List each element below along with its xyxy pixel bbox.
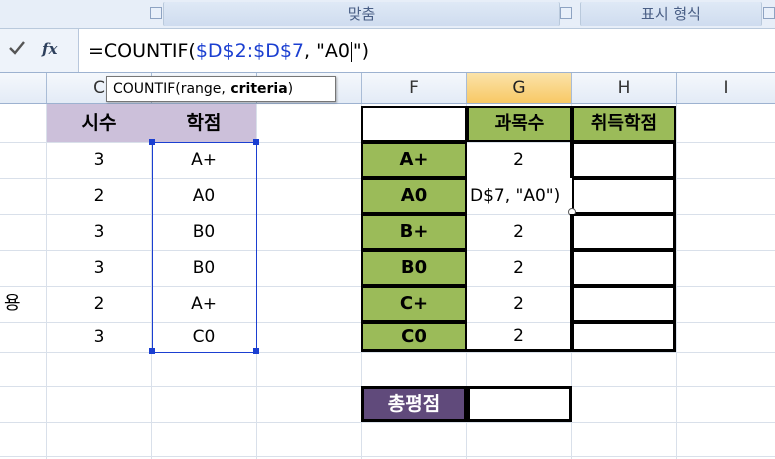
header-earned-credit[interactable]: 취득학점 xyxy=(572,106,676,142)
credit-cell[interactable] xyxy=(572,142,676,178)
cell-hours[interactable]: 3 xyxy=(47,322,151,352)
gridline xyxy=(0,352,775,353)
summary-corner-cell[interactable] xyxy=(361,106,467,142)
tooltip-current-argument[interactable]: criteria xyxy=(230,81,287,97)
grade-label[interactable]: B0 xyxy=(361,250,467,286)
grade-label[interactable]: A0 xyxy=(361,178,467,214)
gridline xyxy=(0,422,775,423)
number-format-launcher-icon[interactable] xyxy=(763,7,775,19)
range-handle[interactable] xyxy=(149,139,155,145)
range-handle[interactable] xyxy=(253,348,259,354)
range-reference-highlight xyxy=(152,142,257,353)
column-header-f[interactable]: F xyxy=(362,73,467,103)
formula-prefix: =COUNTIF( xyxy=(88,40,196,62)
header-subject-count[interactable]: 과목수 xyxy=(467,106,572,142)
cell-hours[interactable]: 3 xyxy=(47,250,151,286)
alignment-launcher-icon[interactable] xyxy=(560,7,572,19)
formula-bar-buttons: fx xyxy=(0,29,79,72)
count-cell[interactable]: 2 xyxy=(467,322,572,352)
grade-label[interactable]: C0 xyxy=(361,322,467,352)
ribbon-group-alignment: 맞춤 xyxy=(163,2,560,26)
grade-label[interactable]: A+ xyxy=(361,142,467,178)
cell-hours[interactable]: 2 xyxy=(47,178,151,214)
dialog-launcher-icon[interactable] xyxy=(150,7,162,19)
tooltip-close-paren: ) xyxy=(287,81,294,97)
cell-hours[interactable]: 2 xyxy=(47,286,151,322)
cell-hours[interactable]: 3 xyxy=(47,214,151,250)
credit-cell[interactable] xyxy=(572,322,676,352)
column-header-h[interactable]: H xyxy=(572,73,677,103)
truncated-cell-text[interactable]: 용 xyxy=(0,286,34,322)
header-hours[interactable]: 시수 xyxy=(47,104,151,142)
credit-cell[interactable] xyxy=(572,214,676,250)
range-handle[interactable] xyxy=(253,139,259,145)
ribbon-group-strip: 맞춤 표시 형식 xyxy=(0,0,775,29)
formula-range-reference: $D$2:$D$7 xyxy=(195,40,305,62)
gridline xyxy=(676,104,677,459)
column-header-g[interactable]: G xyxy=(467,73,572,103)
checkmark-icon[interactable] xyxy=(8,39,26,61)
column-header-blank[interactable] xyxy=(0,73,47,103)
header-grade[interactable]: 학점 xyxy=(152,104,256,142)
function-argument-tooltip: COUNTIF(range, criteria) xyxy=(106,76,336,102)
credit-cell[interactable] xyxy=(572,286,676,322)
grade-label[interactable]: C+ xyxy=(361,286,467,322)
gridline xyxy=(0,456,775,457)
text-cursor xyxy=(350,41,352,62)
cell-hours[interactable]: 3 xyxy=(47,142,151,178)
total-gpa-value[interactable] xyxy=(467,386,572,422)
count-cell[interactable]: 2 xyxy=(467,286,572,322)
ribbon-group-number-format: 표시 형식 xyxy=(580,2,762,26)
total-gpa-label[interactable]: 총평점 xyxy=(361,386,467,422)
formula-criteria: , "A0 xyxy=(304,40,350,62)
credit-cell[interactable] xyxy=(572,250,676,286)
credit-cell[interactable] xyxy=(572,178,676,214)
column-header-i[interactable]: I xyxy=(677,73,775,103)
formula-input[interactable]: =COUNTIF($D$2:$D$7, "A0 ") xyxy=(88,40,369,62)
count-cell-editing[interactable]: D$7, "A0") xyxy=(467,178,572,214)
formula-close: ") xyxy=(352,40,370,62)
tooltip-signature: COUNTIF(range, xyxy=(113,81,231,97)
range-handle[interactable] xyxy=(149,348,155,354)
insert-function-icon[interactable]: fx xyxy=(42,40,57,58)
count-cell[interactable]: 2 xyxy=(467,250,572,286)
count-cell[interactable]: 2 xyxy=(467,142,572,178)
count-cell[interactable]: 2 xyxy=(467,214,572,250)
grade-label[interactable]: B+ xyxy=(361,214,467,250)
